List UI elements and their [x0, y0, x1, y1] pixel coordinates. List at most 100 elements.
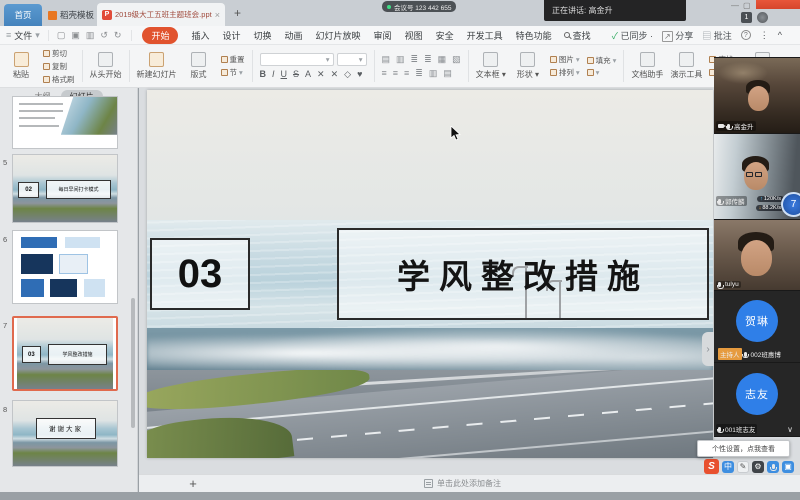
tab-home[interactable]: 首页	[4, 4, 42, 26]
align-right-button[interactable]: ≡	[404, 68, 409, 79]
screen-share-icon[interactable]: ▣	[782, 461, 794, 473]
textbox-button[interactable]: 文本框 ▾	[476, 48, 506, 84]
camera-icon	[718, 124, 724, 128]
slide-thumbnail-7-selected[interactable]: 03 学风整改措施	[12, 316, 118, 391]
tab-start[interactable]: 开始	[142, 27, 178, 44]
tab-document-active[interactable]: P 2019级大工五班主题班会.pptx ×	[97, 3, 225, 26]
tab-security[interactable]: 安全	[436, 29, 454, 42]
video-tile-2[interactable]: 郭传麟 ↑120K/s ↓88.2K/s 7	[714, 134, 800, 219]
slide-thumbnail-5[interactable]: 02 每日早间打卡模式	[12, 154, 118, 223]
tab-devtools[interactable]: 开发工具	[467, 29, 503, 42]
settings-gear-icon[interactable]: ⚙	[752, 461, 764, 473]
save-icon[interactable]: ▢	[57, 30, 66, 41]
italic-button[interactable]: I	[272, 69, 275, 79]
indent-increase-button[interactable]: ≣	[424, 54, 432, 65]
columns-button[interactable]: ▥	[429, 68, 438, 79]
close-window-button[interactable]	[756, 0, 800, 9]
notification-badge[interactable]: 1	[741, 12, 752, 23]
superscript-button[interactable]: ✕	[317, 69, 325, 80]
help-icon[interactable]: ?	[741, 30, 751, 40]
tab-template[interactable]: 稻壳模板	[48, 6, 94, 24]
chat-app-icon[interactable]: 中	[722, 461, 734, 473]
font-family-select[interactable]: ▾	[260, 53, 334, 66]
slide-title-box[interactable]: 学风整改措施	[337, 228, 709, 320]
tab-review[interactable]: 审阅	[374, 29, 392, 42]
panel-scrollbar[interactable]	[131, 298, 135, 428]
scissors-icon	[43, 50, 50, 57]
doc-assistant-button[interactable]: 文档助手	[631, 48, 663, 84]
justify-button[interactable]: ≣	[415, 68, 423, 79]
bullets-button[interactable]: ▤	[382, 54, 391, 65]
font-size-select[interactable]: ▾	[337, 53, 367, 66]
find-menu-button[interactable]: 查找	[564, 29, 591, 42]
format-painter-button[interactable]: 格式刷	[43, 74, 75, 85]
new-slide-button[interactable]: 新建幻灯片	[137, 48, 177, 84]
cut-button[interactable]: 剪切	[43, 48, 75, 59]
distribute-button[interactable]: ▤	[443, 68, 452, 79]
tab-view[interactable]: 视图	[405, 29, 423, 42]
close-tab-icon[interactable]: ×	[215, 10, 220, 20]
microphone-app-icon[interactable]	[767, 461, 779, 473]
shapes-button[interactable]: 形状 ▾	[513, 48, 543, 84]
slide-thumbnail-6[interactable]	[12, 230, 118, 304]
font-color-button[interactable]: A	[305, 69, 311, 79]
current-slide[interactable]: 03 学风整改措施	[147, 90, 713, 458]
more-menu-icon[interactable]: ⋮	[760, 30, 769, 41]
numbering-button[interactable]: ▥	[396, 54, 405, 65]
line-spacing-button[interactable]: ▦	[438, 54, 447, 65]
reset-button[interactable]: 重置	[221, 54, 245, 65]
tab-features[interactable]: 特色功能	[516, 29, 552, 42]
sync-status[interactable]: ✓ 已同步 ·	[612, 29, 653, 42]
print-icon[interactable]: ▣	[71, 30, 80, 41]
chevron-down-icon[interactable]: ∨	[787, 425, 793, 434]
pen-app-icon[interactable]: ✎	[737, 461, 749, 473]
slide-thumbnail-4[interactable]	[12, 96, 118, 149]
tab-slideshow[interactable]: 幻灯片放映	[316, 29, 361, 42]
redo-icon[interactable]: ↻	[114, 30, 122, 41]
paste-button[interactable]: 粘贴	[6, 48, 36, 84]
video-tile-3[interactable]: tulyu	[714, 220, 800, 290]
play-from-start-button[interactable]: 从头开始	[90, 48, 122, 84]
notes-bar[interactable]: 单击此处添加备注	[139, 474, 800, 492]
tab-animation[interactable]: 动画	[285, 29, 303, 42]
maximize-icon[interactable]: ▢	[743, 1, 751, 10]
preview-icon[interactable]: ▥	[86, 30, 95, 41]
layout-button[interactable]: 版式	[184, 48, 214, 84]
collapse-ribbon-icon[interactable]: ^	[778, 30, 782, 40]
present-tools-button[interactable]: 演示工具	[670, 48, 702, 84]
indent-decrease-button[interactable]: ≣	[411, 54, 419, 65]
picture-button[interactable]: 图片 ▾	[550, 54, 580, 65]
slide-number-box[interactable]: 03	[150, 238, 250, 310]
bold-button[interactable]: B	[260, 69, 267, 79]
slide-thumbnail-8[interactable]: 谢谢大家	[12, 400, 118, 467]
copy-button[interactable]: 复制	[43, 61, 75, 72]
clear-format-button[interactable]: ◇	[344, 69, 351, 80]
video-tile-1[interactable]: 高金升	[714, 58, 800, 133]
tab-design[interactable]: 设计	[222, 29, 240, 42]
outline-button[interactable]: ▾	[587, 68, 617, 77]
add-slide-button[interactable]: +	[185, 476, 201, 492]
underline-button[interactable]: U	[281, 69, 288, 79]
file-menu[interactable]: ≡ 文件 ▾	[0, 29, 48, 42]
subscript-button[interactable]: ✕	[331, 69, 339, 80]
wps-logo-icon[interactable]: S	[704, 459, 719, 474]
audio-tile-4[interactable]: 贺琳 主持人 002班惠博	[714, 291, 800, 362]
comment-button[interactable]: ▤ 批注	[702, 29, 732, 42]
highlight-button[interactable]: ♥	[357, 69, 362, 79]
text-direction-button[interactable]: ▧	[452, 54, 461, 65]
tab-insert[interactable]: 插入	[191, 29, 209, 42]
align-center-button[interactable]: ≡	[393, 68, 398, 79]
align-left-button[interactable]: ≡	[382, 68, 387, 79]
tab-transition[interactable]: 切换	[254, 29, 272, 42]
new-tab-button[interactable]: +	[234, 6, 241, 20]
undo-icon[interactable]: ↺	[100, 30, 108, 41]
panel-collapse-handle[interactable]: ›	[702, 332, 714, 366]
audio-tile-5[interactable]: 志友 001班志友 ∨	[714, 363, 800, 436]
user-avatar[interactable]	[757, 12, 768, 23]
section-button[interactable]: 节 ▾	[221, 67, 245, 78]
minimize-icon[interactable]: —	[731, 1, 739, 10]
fill-button[interactable]: 填充 ▾	[587, 55, 617, 66]
share-button[interactable]: ↗ 分享	[662, 29, 693, 42]
strikethrough-button[interactable]: S	[293, 69, 299, 79]
arrange-button[interactable]: 排列 ▾	[550, 67, 580, 78]
